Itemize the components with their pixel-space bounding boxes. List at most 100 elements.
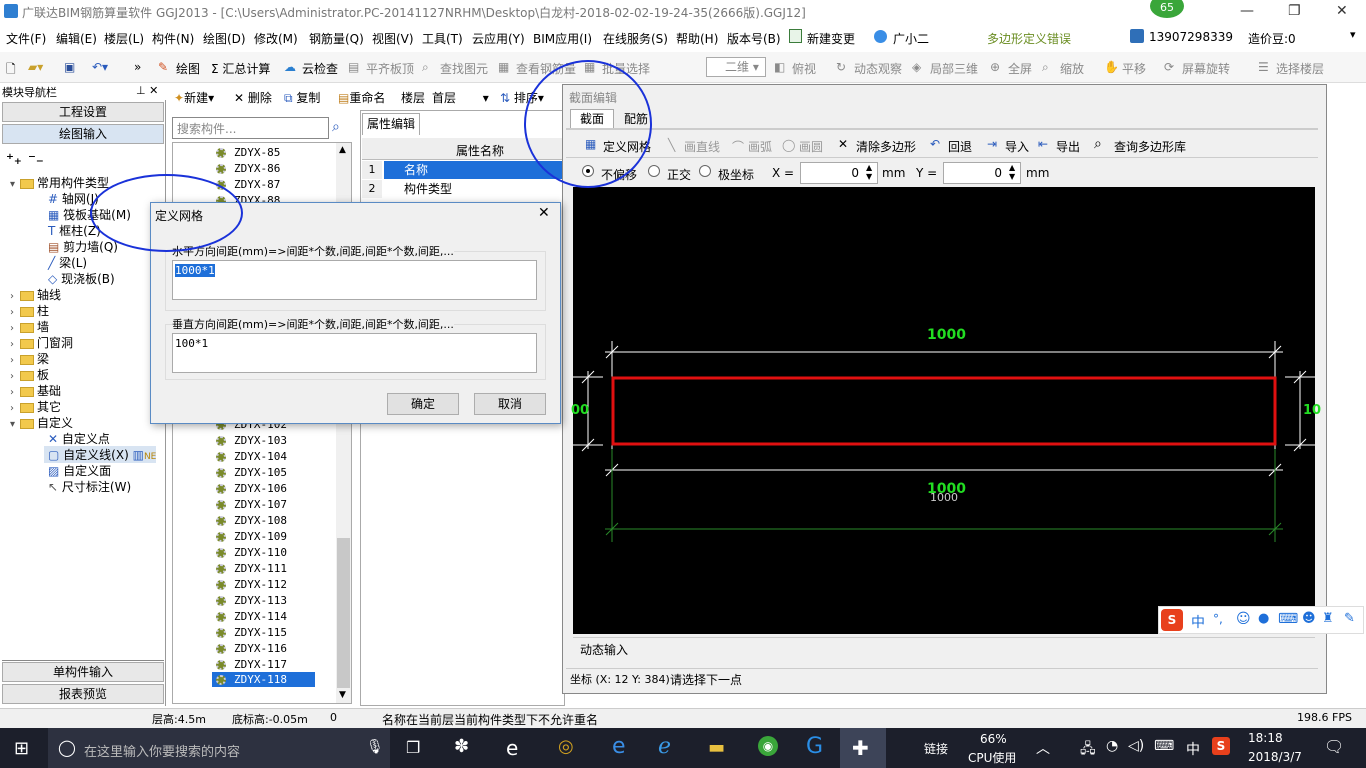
menu-help[interactable]: 帮助(H) [676,30,718,47]
draw-arc-button[interactable]: 画弧 [748,138,772,155]
restore-icon[interactable]: ❐ [1288,3,1301,19]
tree-folder-foundation[interactable]: › 基础 [10,382,61,399]
list-item[interactable]: ZDYX-109 [216,530,287,543]
toolbar-summary[interactable]: Σ 汇总计算 [211,60,270,77]
tree-item-beam[interactable]: ╱ 梁(L) [48,254,87,271]
new-file-icon[interactable]: 🗋 [6,60,16,81]
menu-assistant[interactable]: 广小二 [893,30,929,47]
query-polygon-button[interactable]: 查询多边形库 [1114,138,1186,155]
cancel-button[interactable]: 取消 [474,393,546,415]
toolbar-zoom[interactable]: 缩放 [1060,60,1084,77]
skin-icon[interactable]: ♜ [1322,611,1334,626]
volume-icon[interactable]: ◁) [1128,738,1144,754]
search-icon[interactable]: ⌕ [332,119,340,135]
toolbar-top-view[interactable]: 俯视 [792,60,816,77]
list-item[interactable]: ZDYX-106 [216,482,287,495]
emoji-icon[interactable]: ☺ [1236,611,1251,627]
menu-online[interactable]: 在线服务(S) [603,30,668,47]
wifi-icon[interactable]: ◔ [1106,738,1118,754]
keyboard-icon[interactable]: ⌨ [1154,738,1174,754]
tree-folder-wall[interactable]: › 墙 [10,318,49,335]
draw-line-button[interactable]: 画直线 [684,138,720,155]
tree-item-custom-line[interactable]: ▢ 自定义线(X) ▥NE [44,446,157,463]
polygon-outline[interactable] [611,376,1277,446]
scroll-up-icon[interactable]: ▲ [339,145,346,155]
task-view-icon[interactable]: ❐ [406,738,420,757]
h-spacing-input[interactable]: 1000*1 [172,260,537,300]
toolbar-find[interactable]: 查找图元 [440,60,488,77]
clear-polygon-button[interactable]: 清除多边形 [856,138,916,155]
cost-beans[interactable]: 造价豆:0 [1248,30,1296,47]
sogou-s-icon[interactable]: S [1161,609,1183,631]
toolbar-cloud-check[interactable]: 云检查 [302,60,338,77]
mic-icon[interactable]: 🎙 [366,739,384,755]
tree-folder-other[interactable]: › 其它 [10,398,61,415]
save-icon[interactable]: ▣ [64,60,75,74]
fan-app-icon[interactable]: ✽ [454,736,469,757]
input-lang[interactable]: 中 [1186,739,1200,759]
toolbar-rotate[interactable]: 屏幕旋转 [1182,60,1230,77]
tree-folder-opening[interactable]: › 门窗洞 [10,334,73,351]
ie-icon-2[interactable]: ℯ [658,734,671,759]
expand-all-icon[interactable]: ⁺₊ [6,150,22,168]
menu-draw[interactable]: 绘图(D) [203,30,246,47]
prop-row-type[interactable]: 构件类型 [384,180,564,198]
list-item[interactable]: ZDYX-108 [216,514,287,527]
toolbar-select-floor[interactable]: 选择楼层 [1276,60,1324,77]
menu-edit[interactable]: 编辑(E) [56,30,97,47]
drawing-canvas[interactable]: 1000 1000 1000 00 10 [571,187,1321,634]
ie-icon[interactable]: e [506,736,518,760]
toolbar-local-3d[interactable]: 局部三维 [930,60,978,77]
radio-orthogonal[interactable] [648,165,660,177]
view-mode-select[interactable]: 二维 ▾ [706,57,766,77]
drawing-input-button[interactable]: 绘图输入 [2,124,164,144]
tree-root[interactable]: ▾ 常用构件类型 [10,174,109,191]
toolbar-draw[interactable]: 绘图 [176,60,200,77]
tree-folder-beam[interactable]: › 梁 [10,350,49,367]
ime-punct[interactable]: °, [1213,612,1223,626]
badge[interactable]: 65 [1150,0,1184,18]
new-component-button[interactable]: ✦新建▾ [174,89,214,106]
ok-button[interactable]: 确定 [387,393,459,415]
copy-button[interactable]: ⧉ 复制 [284,89,320,106]
menu-new-change[interactable]: 新建变更 [807,30,855,47]
project-settings-button[interactable]: 工程设置 [2,102,164,122]
menu-modify[interactable]: 修改(M) [254,30,298,47]
notification-icon[interactable]: 🗨 [1324,737,1344,756]
toolbar-fullscreen[interactable]: 全屏 [1008,60,1032,77]
list-item[interactable]: ZDYX-110 [216,546,287,559]
explorer-icon[interactable]: ▬ [708,737,725,758]
search-component-input[interactable]: 搜索构件... [172,117,329,139]
clock-date[interactable]: 2018/3/7 [1248,750,1302,764]
toolbar-pan[interactable]: 平移 [1122,60,1146,77]
menu-floor[interactable]: 楼层(L) [104,30,144,47]
tab-property-edit[interactable]: 属性编辑 [362,113,420,135]
menu-rebar[interactable]: 钢筋量(Q) [309,30,364,47]
scroll-thumb[interactable] [337,538,350,688]
link-label[interactable]: 链接 [924,740,948,757]
keyboard-icon[interactable]: ⌨ [1278,611,1298,627]
menu-tools[interactable]: 工具(T) [422,30,463,47]
rename-button[interactable]: ▤重命名 [338,89,385,106]
green-app-icon[interactable]: ◉ [758,736,778,756]
export-button[interactable]: 导出 [1056,138,1080,155]
single-component-button[interactable]: 单构件输入 [2,662,164,682]
list-item[interactable]: ZDYX-115 [216,626,287,639]
tree-item-slab[interactable]: ◇ 现浇板(B) [48,270,115,287]
tree-folder-column[interactable]: › 柱 [10,302,49,319]
y-spinner-icon[interactable]: ▲ ▼ [1009,163,1015,181]
close-icon[interactable]: ✕ [1336,3,1348,19]
menu-version[interactable]: 版本号(B) [727,30,781,47]
tree-item-shearwall[interactable]: ▤ 剪力墙(Q) [48,238,118,255]
delete-button[interactable]: ✕ 删除 [234,89,272,106]
import-button[interactable]: 导入 [1005,138,1029,155]
toolbar-orbit[interactable]: 动态观察 [854,60,902,77]
clock-time[interactable]: 18:18 [1248,731,1283,745]
tree-folder-slab[interactable]: › 板 [10,366,49,383]
menu-component[interactable]: 构件(N) [152,30,194,47]
list-item[interactable]: ZDYX-111 [216,562,287,575]
radio-polar[interactable] [699,165,711,177]
report-preview-button[interactable]: 报表预览 [2,684,164,704]
menu-file[interactable]: 文件(F) [6,30,46,47]
dynamic-input-tab[interactable]: 动态输入 [580,641,628,658]
